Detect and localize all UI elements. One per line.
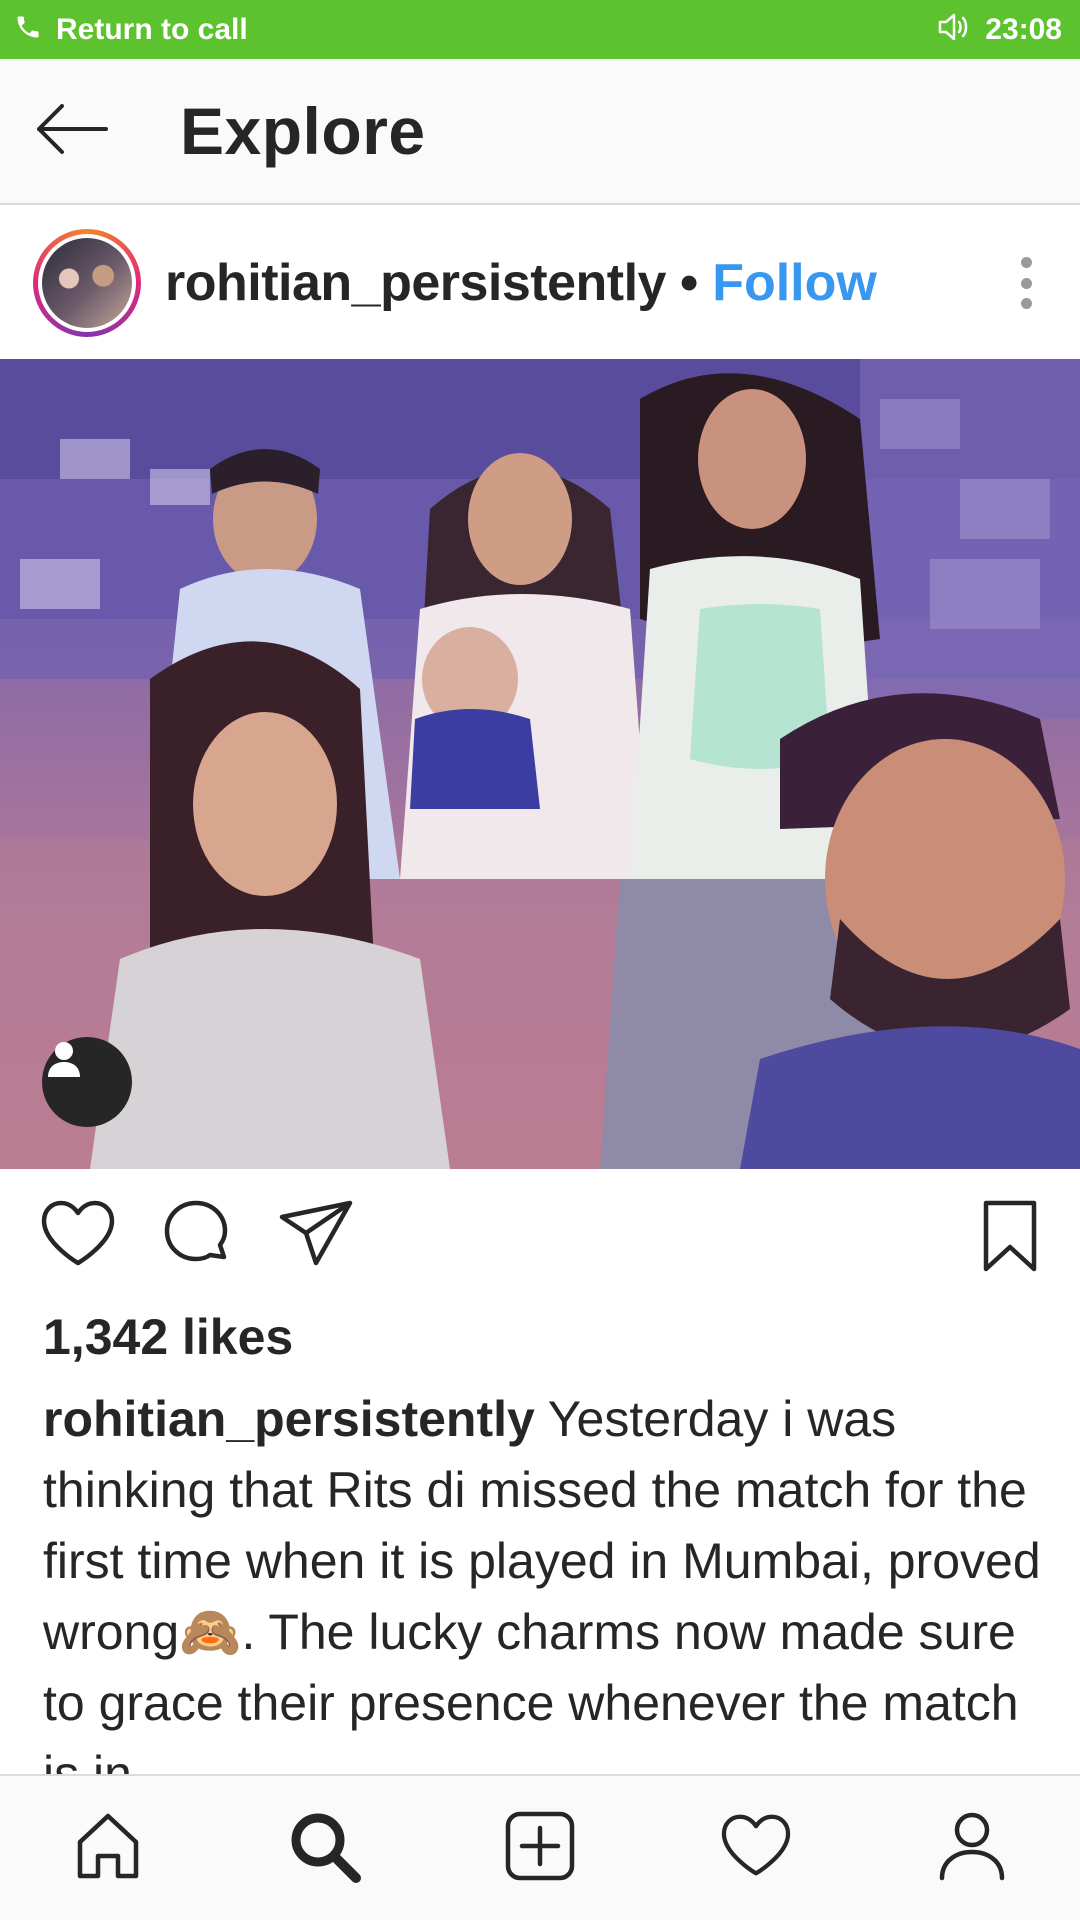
vertical-dots-icon-dot — [1020, 277, 1032, 289]
post-photo-illustration — [0, 359, 1080, 1169]
avatar-image — [42, 238, 132, 328]
profile-icon — [938, 1810, 1006, 1887]
nav-search[interactable] — [264, 1788, 384, 1908]
post-caption: rohitian_persistently Yesterday i was th… — [43, 1384, 1043, 1810]
like-button[interactable] — [40, 1199, 116, 1274]
status-time: 23:08 — [985, 12, 1062, 46]
post-username[interactable]: rohitian_persistently — [165, 253, 666, 313]
avatar[interactable] — [33, 229, 141, 337]
search-icon — [287, 1809, 361, 1888]
avatar-border — [38, 234, 136, 332]
bottom-navigation — [0, 1774, 1080, 1920]
caption-username[interactable]: rohitian_persistently — [43, 1391, 535, 1447]
arrow-left-icon — [34, 102, 108, 161]
comment-button[interactable] — [160, 1199, 232, 1276]
nav-new-post[interactable] — [480, 1788, 600, 1908]
activity-heart-icon — [720, 1813, 792, 1884]
save-button[interactable] — [980, 1199, 1040, 1278]
phone-icon — [14, 12, 42, 47]
speaker-icon — [937, 12, 971, 47]
more-options-button[interactable] — [1006, 257, 1046, 309]
follow-button[interactable]: Follow — [712, 253, 877, 313]
comment-icon — [160, 1200, 232, 1275]
post-user-line: rohitian_persistently • Follow — [165, 253, 877, 313]
bookmark-icon — [980, 1200, 1040, 1277]
nav-home[interactable] — [48, 1788, 168, 1908]
call-bar-left: Return to call — [14, 12, 248, 47]
post-actions — [0, 1169, 1080, 1311]
add-post-icon — [504, 1810, 576, 1887]
tag-people-button[interactable] — [42, 1037, 132, 1127]
instagram-explore-post-screen: Return to call 23:08 Explore rohitian_pe… — [0, 0, 1080, 1920]
vertical-dots-icon — [1020, 257, 1032, 268]
likes-count[interactable]: 1,342 likes — [43, 1308, 293, 1366]
separator-dot: • — [679, 254, 699, 312]
return-to-call-bar[interactable]: Return to call 23:08 — [0, 0, 1080, 59]
post-header: rohitian_persistently • Follow — [0, 207, 1080, 359]
explore-header: Explore — [0, 59, 1080, 205]
return-to-call-label: Return to call — [56, 12, 248, 46]
post-photo[interactable] — [0, 359, 1080, 1169]
heart-icon — [40, 1200, 116, 1273]
nav-profile[interactable] — [912, 1788, 1032, 1908]
nav-activity[interactable] — [696, 1788, 816, 1908]
vertical-dots-icon-dot — [1020, 298, 1032, 309]
home-icon — [72, 1810, 144, 1887]
call-bar-right: 23:08 — [937, 12, 1062, 47]
share-button[interactable] — [278, 1199, 354, 1274]
page-title: Explore — [180, 94, 426, 168]
caption-text: Yesterday i was thinking that Rits di mi… — [43, 1391, 1041, 1802]
share-icon — [278, 1200, 354, 1273]
back-button[interactable] — [0, 58, 142, 204]
